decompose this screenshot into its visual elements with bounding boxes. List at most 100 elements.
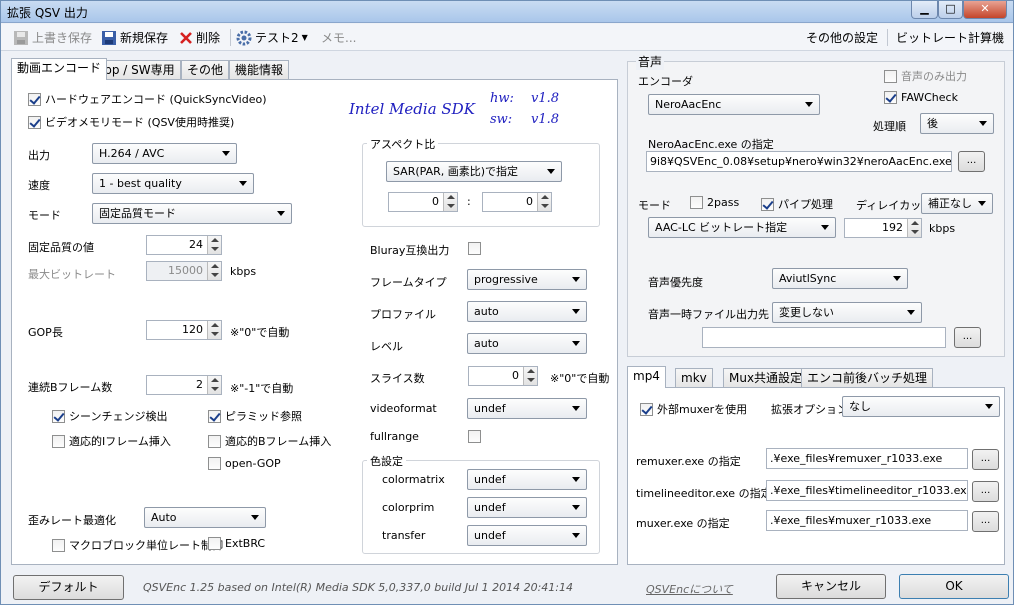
- aspect-group-title: アスペクト比: [367, 136, 439, 152]
- cancel-button[interactable]: キャンセル: [776, 574, 886, 599]
- faw-check-checkbox[interactable]: FAWCheck: [884, 91, 958, 104]
- chevron-down-icon: [907, 310, 915, 315]
- mb-rate-control-checkbox[interactable]: マクロブロック単位レート制御: [52, 537, 223, 553]
- timeline-path-input[interactable]: .¥exe_files¥timelineeditor_r1033.exe: [766, 480, 968, 501]
- overwrite-save-button[interactable]: 上書き保存: [13, 29, 92, 46]
- chevron-down-icon: [805, 102, 813, 107]
- preset-dropdown[interactable]: テスト2 ▼: [236, 29, 308, 46]
- new-save-button[interactable]: 新規保存: [101, 29, 168, 46]
- pipe-checkbox[interactable]: パイプ処理: [761, 196, 833, 212]
- tab-feature-info[interactable]: 機能情報: [229, 60, 290, 80]
- delete-button[interactable]: 削除: [179, 29, 220, 46]
- mode-select[interactable]: 固定品質モード: [92, 203, 292, 224]
- output-codec-select[interactable]: H.264 / AVC: [92, 143, 237, 164]
- minimize-button[interactable]: ▁: [911, 1, 938, 19]
- aspect-y-spinner[interactable]: 0: [482, 192, 552, 212]
- hw-version: v1.8: [531, 91, 560, 106]
- profile-select[interactable]: auto: [467, 301, 587, 322]
- audio-temp-select[interactable]: 変更しない: [772, 302, 922, 323]
- ok-button[interactable]: OK: [899, 574, 1009, 599]
- chevron-down-icon: [572, 341, 580, 346]
- external-muxer-checkbox[interactable]: 外部muxerを使用: [640, 401, 747, 417]
- gop-spinner[interactable]: 120: [146, 320, 222, 340]
- frametype-select[interactable]: progressive: [467, 269, 587, 290]
- other-settings-button[interactable]: その他の設定: [806, 29, 878, 46]
- audio-mode-label: モード: [638, 199, 671, 212]
- memo-field[interactable]: メモ...: [321, 29, 356, 46]
- adaptive-i-checkbox[interactable]: 適応的Iフレーム挿入: [52, 433, 171, 449]
- colorprim-select[interactable]: undef: [467, 497, 587, 518]
- audio-bitrate-spinner[interactable]: 192: [844, 218, 922, 238]
- videoformat-label: videoformat: [370, 402, 437, 415]
- delay-cut-select[interactable]: 補正なし: [921, 193, 993, 214]
- fullrange-checkbox[interactable]: [468, 430, 481, 443]
- aspect-mode-select[interactable]: SAR(PAR, 画素比)で指定: [386, 161, 562, 182]
- bframes-spinner[interactable]: 2: [146, 375, 222, 395]
- level-select[interactable]: auto: [467, 333, 587, 354]
- scene-change-checkbox[interactable]: シーンチェンジ検出: [52, 408, 167, 424]
- speed-select[interactable]: 1 - best quality: [92, 173, 254, 194]
- audio-exe-path-input[interactable]: 9i8¥QSVEnc_0.08¥setup¥nero¥win32¥neroAac…: [646, 151, 952, 172]
- slice-note: ※"0"で自動: [550, 372, 610, 385]
- audio-priority-select[interactable]: AviutlSync: [772, 268, 908, 289]
- remuxer-path-input[interactable]: .¥exe_files¥remuxer_r1033.exe: [766, 448, 968, 469]
- mp4-panel: 外部muxerを使用 拡張オプション なし remuxer.exe の指定 .¥…: [627, 387, 1005, 565]
- chevron-down-icon: ▼: [301, 33, 308, 42]
- timeline-browse-button[interactable]: ...: [972, 481, 999, 502]
- fixed-quality-spinner[interactable]: 24: [146, 235, 222, 255]
- speed-label: 速度: [28, 179, 50, 192]
- tab-other[interactable]: その他: [181, 60, 230, 80]
- slice-spinner[interactable]: 0: [468, 366, 538, 386]
- pyramid-ref-checkbox[interactable]: ピラミッド参照: [208, 408, 302, 424]
- audio-mode-select[interactable]: AAC-LC ビットレート指定: [648, 217, 836, 238]
- hw-encode-checkbox[interactable]: ハードウェアエンコード (QuickSyncVideo): [28, 91, 267, 107]
- bluray-checkbox[interactable]: [468, 242, 481, 255]
- video-memory-checkbox[interactable]: ビデオメモリモード (QSV使用時推奨): [28, 114, 234, 130]
- muxer-path-input[interactable]: .¥exe_files¥muxer_r1033.exe: [766, 510, 968, 531]
- colorprim-label: colorprim: [382, 501, 435, 514]
- adaptive-b-checkbox[interactable]: 適応的Bフレーム挿入: [208, 433, 331, 449]
- tab-batch[interactable]: エンコ前後バッチ処理: [801, 368, 934, 388]
- chevron-down-icon: [572, 309, 580, 314]
- audio-exe-browse-button[interactable]: ...: [958, 151, 985, 172]
- remuxer-browse-button[interactable]: ...: [972, 449, 999, 470]
- ext-brc-checkbox[interactable]: ExtBRC: [208, 537, 265, 550]
- maximize-button[interactable]: □: [938, 1, 963, 19]
- open-gop-checkbox[interactable]: open-GOP: [208, 457, 281, 470]
- trellis-select[interactable]: Auto: [144, 507, 266, 528]
- window-title: 拡張 QSV 出力: [7, 6, 88, 20]
- chevron-down-icon: [572, 277, 580, 282]
- toolbar-separator: [887, 29, 888, 46]
- sw-label: sw:: [490, 112, 513, 127]
- chevron-down-icon: [547, 169, 555, 174]
- audio-temp-path-input[interactable]: [702, 327, 946, 348]
- slice-label: スライス数: [370, 372, 425, 385]
- muxer-browse-button[interactable]: ...: [972, 511, 999, 532]
- chevron-down-icon: [979, 121, 987, 126]
- ext-option-select[interactable]: なし: [842, 396, 1000, 417]
- colormatrix-select[interactable]: undef: [467, 469, 587, 490]
- hw-label: hw:: [490, 91, 514, 106]
- aspect-x-spinner[interactable]: 0: [388, 192, 458, 212]
- output-label: 出力: [28, 149, 50, 162]
- transfer-select[interactable]: undef: [467, 525, 587, 546]
- max-bitrate-label: 最大ビットレート: [28, 268, 116, 281]
- about-link[interactable]: QSVEncについて: [646, 581, 733, 597]
- audio-only-checkbox[interactable]: 音声のみ出力: [884, 68, 967, 84]
- audio-encoder-select[interactable]: NeroAacEnc: [648, 94, 820, 115]
- tab-mp4[interactable]: mp4: [627, 366, 666, 388]
- videoformat-select[interactable]: undef: [467, 398, 587, 419]
- timeline-label: timelineeditor.exe の指定: [636, 487, 772, 500]
- twopass-checkbox[interactable]: 2pass: [690, 196, 739, 209]
- bitrate-calculator-button[interactable]: ビットレート計算機: [896, 29, 1004, 46]
- tab-video-encode[interactable]: 動画エンコード: [11, 58, 108, 80]
- tab-mkv[interactable]: mkv: [675, 368, 713, 388]
- bframes-label: 連続Bフレーム数: [28, 381, 113, 394]
- toolbar-separator: [230, 29, 231, 46]
- order-select[interactable]: 後: [920, 113, 994, 134]
- audio-temp-browse-button[interactable]: ...: [954, 327, 981, 348]
- tab-mux-common[interactable]: Mux共通設定: [723, 368, 809, 388]
- max-bitrate-spinner[interactable]: 15000: [146, 261, 222, 281]
- close-button[interactable]: ✕: [963, 1, 1007, 19]
- default-button[interactable]: デフォルト: [13, 575, 124, 600]
